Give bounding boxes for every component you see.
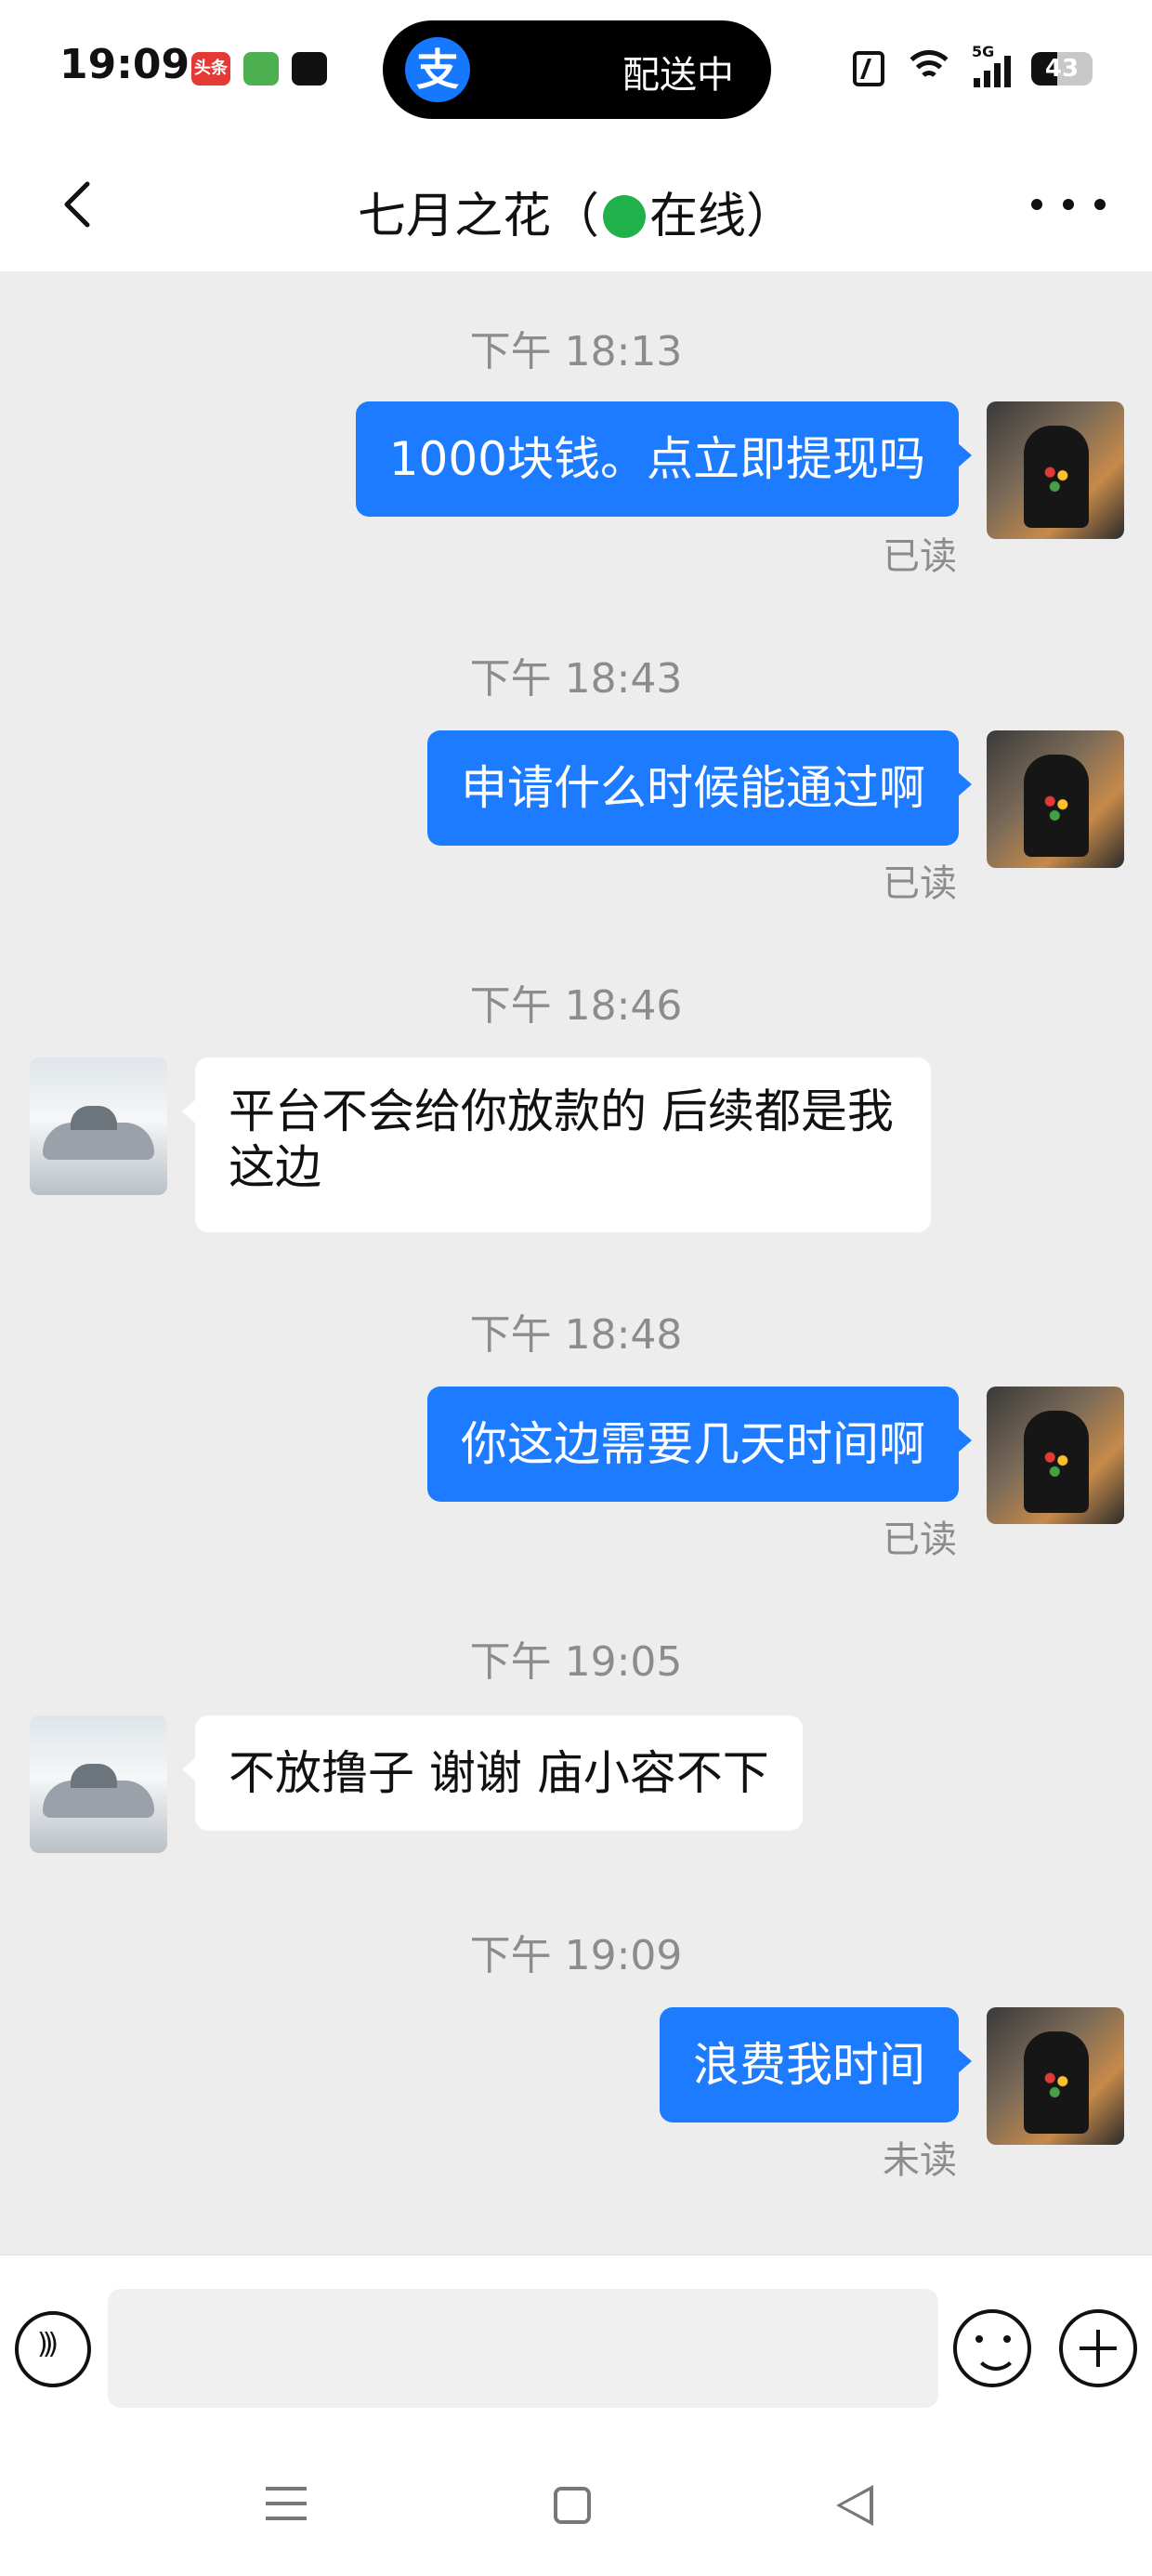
wifi-icon (902, 50, 956, 87)
chat-area[interactable]: 下午 18:13 1000块钱。点立即提现吗 已读 下午 18:43 申请什么时… (0, 271, 1152, 2254)
my-avatar[interactable] (987, 2007, 1124, 2145)
chat-header: 七月之花（ 在线） (0, 139, 1152, 272)
dynamic-island[interactable]: 支 配送中 (383, 20, 771, 119)
message-bubble-received[interactable]: 平台不会给你放款的 后续都是我这边 (182, 1058, 931, 1232)
message-bubble-received[interactable]: 不放撸子 谢谢 庙小容不下 (182, 1715, 803, 1831)
network-label: 5G (972, 43, 995, 60)
read-receipt: 已读 (883, 1518, 957, 1561)
message-timestamp: 下午 18:43 (469, 655, 683, 703)
island-status-text: 配送中 (622, 54, 734, 97)
add-attachment-icon[interactable] (1059, 2309, 1137, 2387)
unread-receipt: 未读 (883, 2139, 957, 2182)
toutiao-icon: 头条 (191, 52, 230, 85)
more-options-icon[interactable] (1031, 195, 1106, 214)
message-bubble-sent[interactable]: 浪费我时间 (660, 2007, 972, 2123)
message-timestamp: 下午 19:09 (469, 1932, 683, 1979)
nav-back-icon[interactable] (836, 2485, 873, 2526)
message-input-bar (0, 2254, 1152, 2441)
contact-name: 七月之花（ (357, 189, 599, 244)
contact-avatar[interactable] (30, 1715, 167, 1853)
messenger-icon (243, 52, 279, 85)
battery-icon: 43 (1031, 52, 1093, 85)
read-receipt: 已读 (883, 535, 957, 578)
alipay-icon: 支 (405, 37, 470, 102)
online-status-dot-icon (603, 195, 646, 238)
my-avatar[interactable] (987, 730, 1124, 868)
emoji-icon[interactable] (953, 2309, 1031, 2387)
read-receipt: 已读 (883, 862, 957, 905)
message-text: 浪费我时间 (693, 2038, 925, 2092)
message-bubble-sent[interactable]: 你这边需要几天时间啊 (427, 1387, 972, 1502)
online-status: 在线） (649, 189, 795, 244)
battery-level: 43 (1044, 55, 1080, 83)
message-bubble-sent[interactable]: 申请什么时候能通过啊 (427, 730, 972, 846)
message-text: 申请什么时候能通过啊 (461, 761, 925, 815)
message-input[interactable] (108, 2289, 938, 2408)
status-time: 19:09 (59, 41, 190, 88)
message-timestamp: 下午 19:05 (469, 1638, 683, 1686)
my-avatar[interactable] (987, 1387, 1124, 1524)
message-text: 1000块钱。点立即提现吗 (388, 432, 925, 486)
home-icon[interactable] (554, 2487, 591, 2524)
status-icons: 5G 43 (853, 43, 1093, 91)
system-nav-bar (0, 2440, 1152, 2576)
status-bar: 19:09 头条 支 配送中 5G 43 (0, 0, 1152, 139)
message-bubble-sent[interactable]: 1000块钱。点立即提现吗 (355, 401, 973, 517)
message-timestamp: 下午 18:46 (469, 982, 683, 1030)
message-text: 不放撸子 谢谢 庙小容不下 (229, 1746, 769, 1800)
message-text: 你这边需要几天时间啊 (461, 1417, 925, 1471)
message-text: 平台不会给你放款的 后续都是我这边 (229, 1084, 894, 1194)
nfc-icon (853, 51, 884, 86)
my-avatar[interactable] (987, 401, 1124, 539)
music-icon (292, 52, 327, 85)
signal-5g-icon: 5G (972, 43, 1011, 87)
page-title: 七月之花（ 在线） (0, 177, 1152, 246)
contact-avatar[interactable] (30, 1058, 167, 1195)
message-timestamp: 下午 18:13 (469, 328, 683, 375)
recent-apps-icon[interactable] (266, 2487, 307, 2524)
voice-input-icon[interactable] (15, 2311, 91, 2387)
message-timestamp: 下午 18:48 (469, 1311, 683, 1359)
